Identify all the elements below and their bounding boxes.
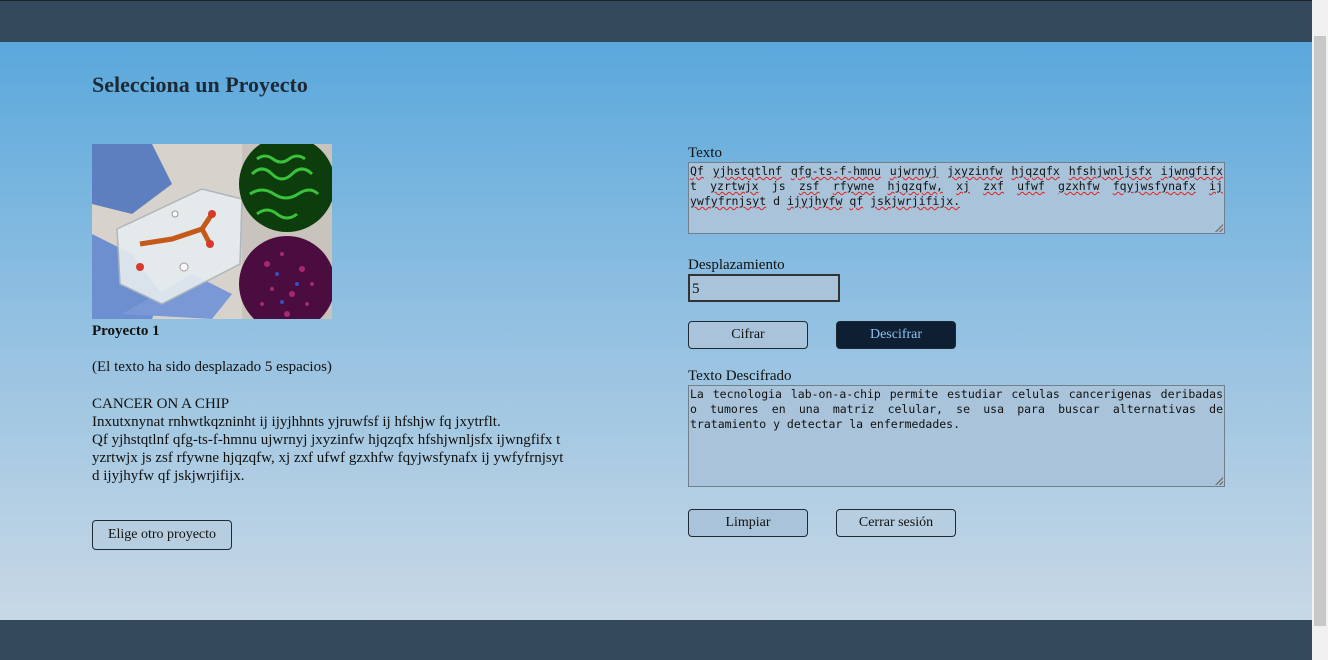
text-word: gzxhfw — [1058, 179, 1100, 193]
text-word: xj — [956, 179, 970, 193]
text-word: yzrtwjx — [710, 179, 759, 193]
lab-on-chip-photo-icon — [92, 144, 332, 319]
text-word: fqyjwsfynafx — [1112, 179, 1196, 193]
text-word: hfshjwnljsfx — [1068, 164, 1152, 178]
project-text-line: Inxutxnynat rnhwtkqzninht ij ijyjhhnts y… — [92, 414, 501, 430]
text-word: zxf — [983, 179, 1004, 193]
text-word: rfywne — [832, 179, 875, 193]
logout-button[interactable]: Cerrar sesión — [836, 509, 956, 537]
scrollbar-thumb[interactable] — [1314, 36, 1326, 626]
text-word: jskjwrjifijx. — [870, 194, 961, 208]
text-word: ujwrnyj — [889, 164, 939, 178]
decrypt-button[interactable]: Descifrar — [836, 321, 956, 349]
page-title: Selecciona un Proyecto — [92, 72, 308, 97]
text-word: qf — [849, 194, 864, 208]
text-word: ijyjhyfw — [786, 194, 843, 208]
project-heading: CANCER ON A CHIP — [92, 396, 230, 412]
text-word: Qf — [690, 164, 704, 178]
text-word: js — [771, 179, 786, 193]
text-word: t — [690, 179, 697, 193]
text-label: Texto — [688, 145, 722, 161]
project-image — [92, 144, 332, 319]
text-word: ufwf — [1017, 179, 1045, 193]
resize-handle-icon[interactable] — [1215, 477, 1223, 485]
project-title: Proyecto 1 — [92, 323, 160, 339]
result-label: Texto Descifrado — [688, 368, 792, 384]
resize-handle-icon[interactable] — [1215, 224, 1223, 232]
result-text: La tecnologia lab-on-a-chip permite estu… — [690, 387, 1223, 431]
text-word: ywfyfrnjsyt — [690, 194, 767, 208]
text-word: qfg-ts-f-hmnu — [790, 164, 881, 178]
encrypt-button[interactable]: Cifrar — [688, 321, 808, 349]
shift-input[interactable]: 5 — [688, 274, 840, 302]
project-text-line: yzrtwjx js zsf rfywne hjqzqfw, xj zxf uf… — [92, 450, 564, 466]
text-word: yjhstqtlnf — [712, 164, 782, 178]
choose-other-project-button[interactable]: Elige otro proyecto — [92, 520, 232, 550]
project-description: CANCER ON A CHIP Inxutxnynat rnhwtkqznin… — [92, 395, 612, 485]
result-textarea[interactable]: La tecnologia lab-on-a-chip permite estu… — [688, 385, 1225, 487]
text-word: hjqzqfw, — [887, 179, 943, 193]
text-word: hjqzqfx — [1011, 164, 1060, 178]
text-word: ij — [1209, 179, 1223, 193]
text-word: d — [773, 194, 781, 208]
text-input-content: Qf yjhstqtlnf qfg-ts-f-hmnu ujwrnyj jxyz… — [690, 164, 1223, 208]
clear-button[interactable]: Limpiar — [688, 509, 808, 537]
shift-note: (El texto ha sido desplazado 5 espacios) — [92, 359, 332, 375]
shift-label: Desplazamiento — [688, 257, 785, 273]
bottom-bar — [0, 620, 1312, 660]
project-text-line: Qf yjhstqtlnf qfg-ts-f-hmnu ujwrnyj jxyz… — [92, 432, 561, 448]
text-word: ijwngfifx — [1160, 164, 1223, 178]
project-text-line: d ijyjhyfw qf jskjwrjifijx. — [92, 468, 245, 484]
text-word: jxyzinfw — [947, 164, 1003, 178]
top-bar — [0, 0, 1312, 42]
text-input[interactable]: Qf yjhstqtlnf qfg-ts-f-hmnu ujwrnyj jxyz… — [688, 162, 1225, 234]
text-word: zsf — [798, 179, 820, 193]
